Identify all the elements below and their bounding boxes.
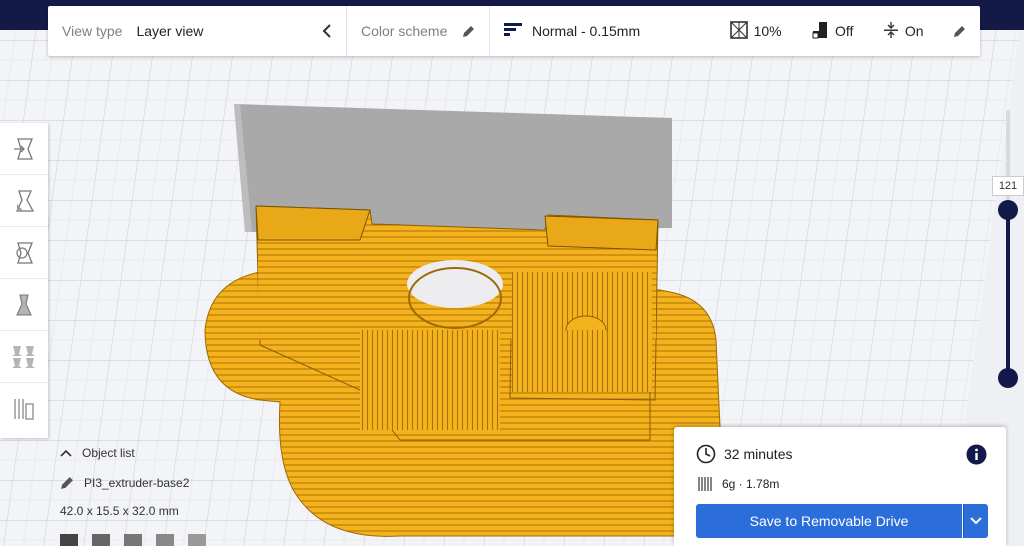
view-3d-icon[interactable] [60,534,78,546]
chevron-down-icon [970,517,982,525]
adhesion-value: On [904,23,924,39]
pencil-icon [61,477,73,489]
scale-tool-icon [15,189,35,212]
object-name-row[interactable]: PI3_extruder-base2 [60,476,189,490]
current-layer-input[interactable]: 121 [992,176,1024,196]
view-type-label: View type [62,23,123,39]
view-right-icon[interactable] [188,534,206,546]
view-front-icon[interactable] [92,534,110,546]
view-type-selector[interactable]: View type Layer view [48,6,346,56]
profile-icon [504,22,522,41]
object-list-toggle[interactable]: Object list [60,446,189,460]
info-icon[interactable] [966,444,987,465]
layer-slider-lower-handle[interactable] [998,368,1018,388]
support-blocker-icon [14,399,34,420]
object-list-panel: Object list PI3_extruder-base2 42.0 x 15… [60,446,189,518]
move-tool-icon [14,137,33,160]
mirror-tool-icon [16,293,32,316]
rotate-tool-icon [16,241,33,264]
scale-tool-button[interactable] [0,175,48,227]
color-scheme-label: Color scheme [361,23,448,39]
mirror-tool-button[interactable] [0,279,48,331]
bottom-view-buttons [60,534,206,546]
pencil-icon[interactable] [462,25,475,38]
print-time: 32 minutes [724,446,793,462]
rotate-tool-button[interactable] [0,227,48,279]
view-toolbar: View type Layer view Color scheme Normal… [48,6,980,56]
material-usage: 6g · 1.78m [722,477,780,491]
view-left-icon[interactable] [156,534,174,546]
support-blocker-button[interactable] [0,383,48,435]
support-value: Off [835,23,854,39]
layer-slider-upper-handle[interactable] [998,200,1018,220]
pencil-icon[interactable] [953,25,966,38]
chevron-left-icon[interactable] [322,24,332,38]
save-to-removable-drive-button[interactable]: Save to Removable Drive [696,504,962,538]
clock-icon [696,444,716,464]
print-info-panel: 32 minutes 6g · 1.78m Save to Removable … [674,427,1006,546]
color-scheme-selector[interactable]: Color scheme [347,6,489,56]
adhesion-icon [883,21,899,42]
per-model-settings-button[interactable] [0,331,48,383]
layer-slider-range [1006,210,1010,378]
infill-icon [729,20,748,42]
save-options-dropdown[interactable] [963,504,988,538]
chevron-up-icon [60,449,72,457]
object-name: PI3_extruder-base2 [84,476,190,490]
profile-value: Normal - 0.15mm [532,23,641,39]
view-top-icon[interactable] [124,534,142,546]
view-type-value: Layer view [136,23,204,39]
object-dimensions: 42.0 x 15.5 x 32.0 mm [60,504,179,518]
move-tool-button[interactable] [0,123,48,175]
print-settings-summary[interactable]: Normal - 0.15mm 10% Off On [490,6,980,56]
infill-value: 10% [753,23,782,39]
filament-icon [698,477,712,491]
support-icon [811,21,829,42]
left-toolbar [0,123,48,438]
per-model-settings-icon [12,345,35,368]
object-list-header: Object list [82,446,135,460]
